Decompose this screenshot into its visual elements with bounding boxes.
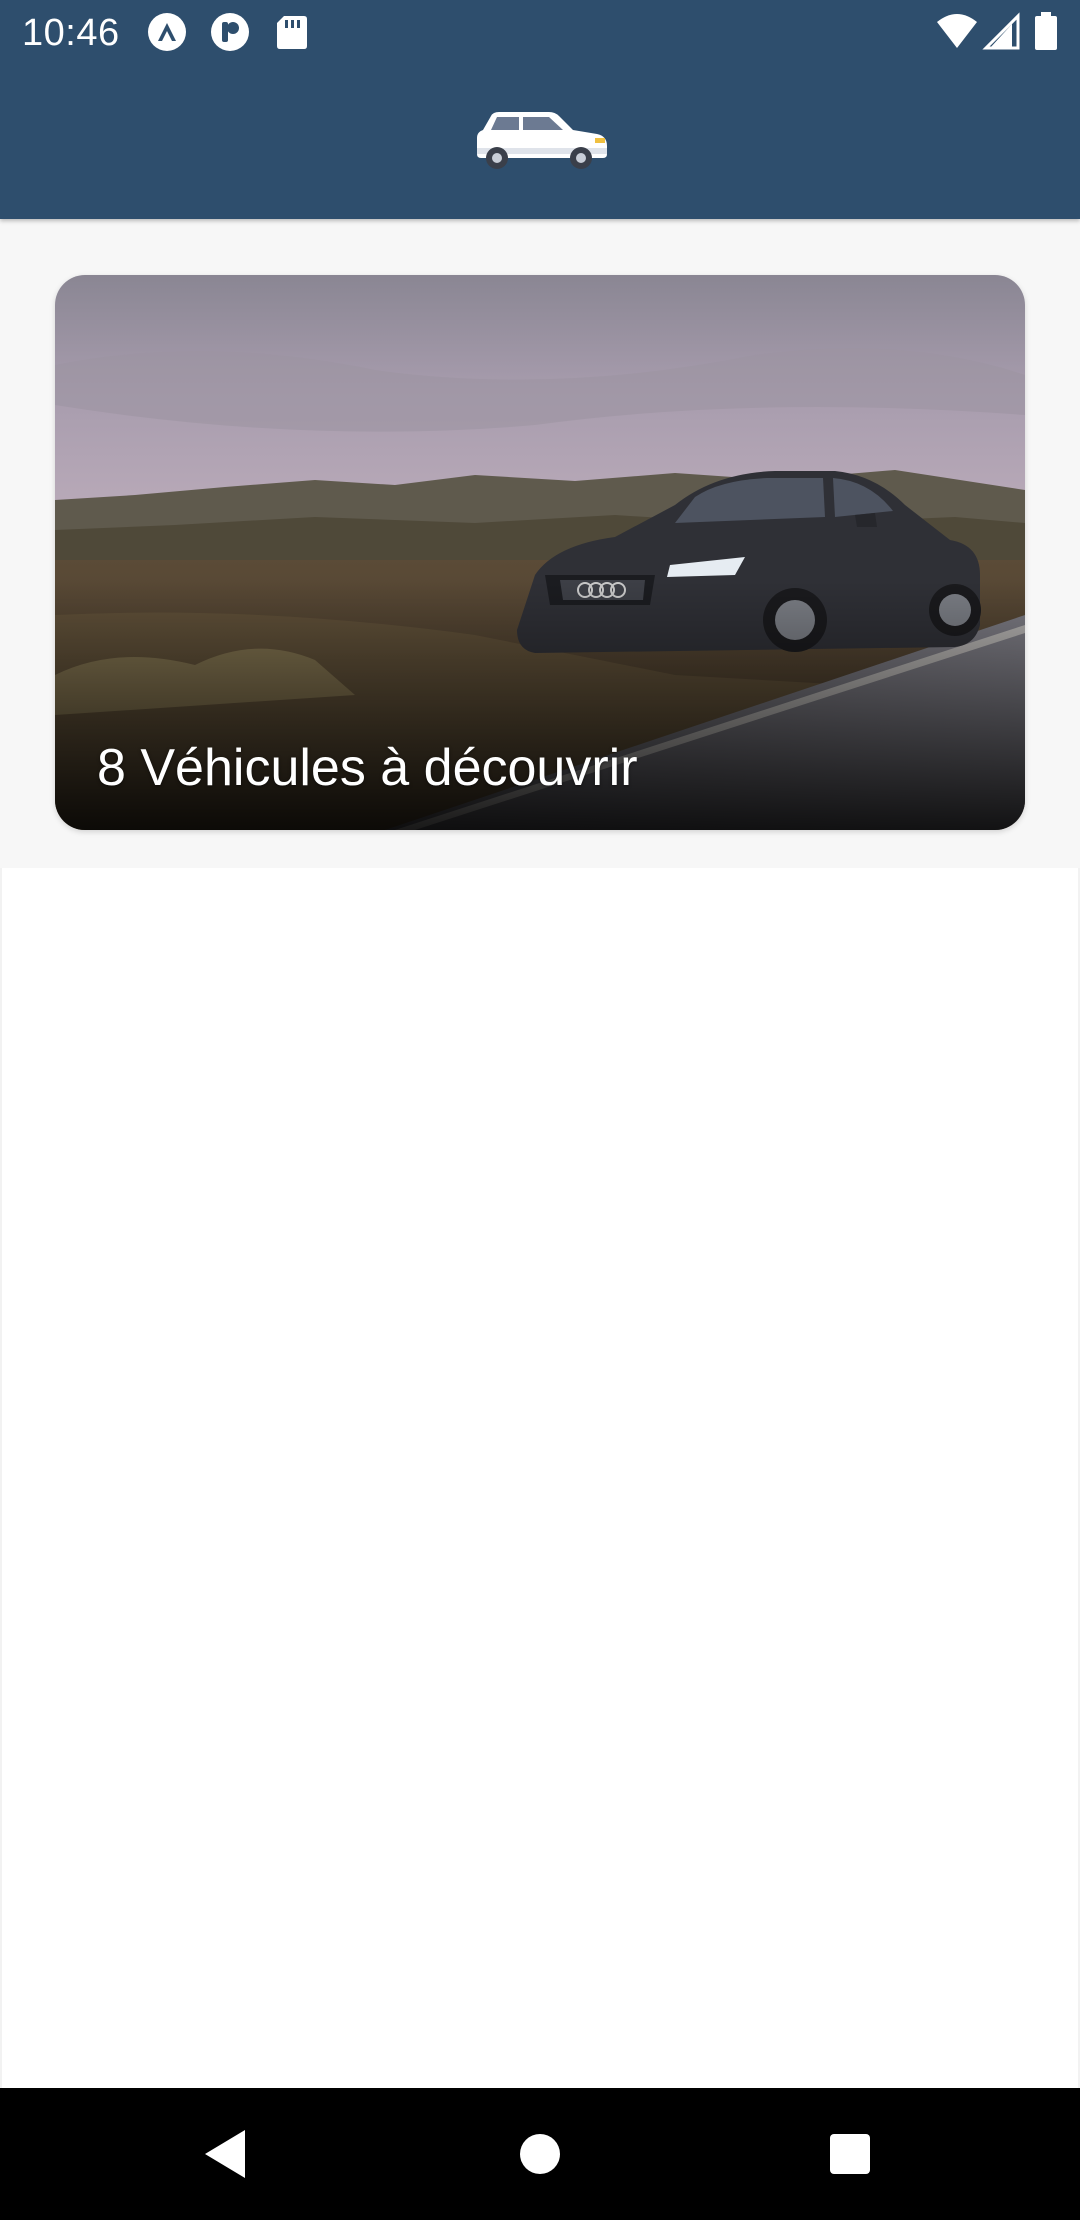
car-icon: [477, 112, 607, 169]
sd-card-icon: [277, 16, 307, 49]
battery-icon: [1035, 12, 1057, 50]
status-time: 10:46: [22, 12, 120, 54]
pocket-app-icon: [211, 13, 249, 51]
navigation-bar: [0, 2088, 1080, 2220]
recents-icon[interactable]: [820, 2124, 880, 2184]
app-header: 10:46: [0, 0, 1080, 219]
hero-card-title: 8 Véhicules à découvrir: [97, 739, 638, 797]
cell-signal-icon: [982, 12, 1020, 50]
back-icon[interactable]: [195, 2124, 255, 2184]
vehicle-list: [0, 868, 1080, 2088]
app-notification-icon: [148, 13, 186, 51]
wifi-icon: [937, 14, 977, 48]
vehicles-hero-card[interactable]: 8 Véhicules à découvrir: [55, 275, 1025, 830]
home-icon[interactable]: [510, 2124, 570, 2184]
